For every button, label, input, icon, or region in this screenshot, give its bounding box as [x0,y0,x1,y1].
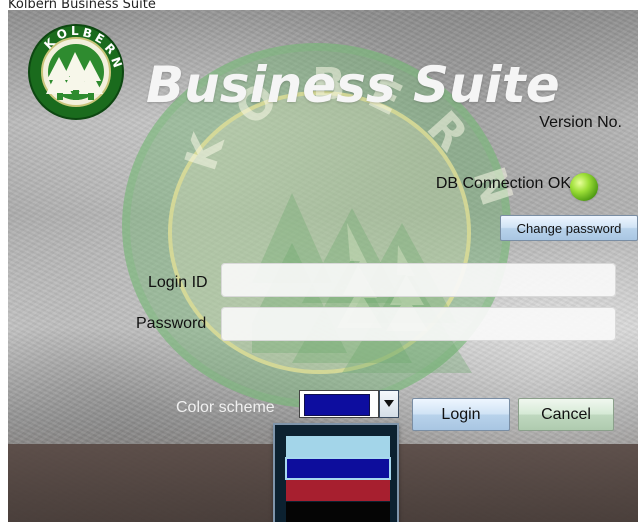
color-option-black[interactable] [286,502,390,522]
color-option-red[interactable] [286,480,390,501]
chevron-down-icon [384,400,394,407]
color-scheme-dropdown [273,423,399,522]
login-window: K O B E R N K O L B E R N Business Suite… [8,10,638,522]
cancel-button[interactable]: Cancel [518,398,614,431]
color-option-light-blue[interactable] [286,436,390,457]
brand-title: Business Suite [146,56,560,114]
password-label: Password [136,315,207,332]
login-id-label: Login ID [148,274,208,291]
version-label: Version No. [539,114,622,131]
color-scheme-select[interactable] [299,390,379,418]
svg-text:L: L [71,24,79,38]
login-id-input[interactable] [221,263,616,297]
status-indicator-icon [570,173,598,201]
color-scheme-label: Color scheme [176,399,275,416]
db-status-text: DB Connection OK [435,175,571,192]
selected-color-swatch [304,394,370,416]
change-password-button[interactable]: Change password [500,215,638,241]
color-option-dark-blue[interactable] [285,457,391,480]
window-top-title: Kolbern Business Suite [8,0,156,10]
login-button[interactable]: Login [412,398,510,431]
password-input[interactable] [221,307,616,341]
kolbern-logo: K O L B E R N [28,24,125,120]
dropdown-arrow-button[interactable] [379,390,399,418]
